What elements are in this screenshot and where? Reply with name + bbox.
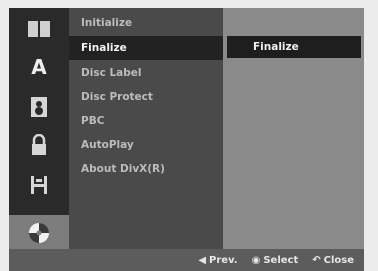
select-circle-icon: ◉ xyxy=(251,254,261,266)
menu-item-finalize[interactable]: Finalize xyxy=(69,36,223,60)
menu-item-about-divx[interactable]: About DivX(R) xyxy=(69,157,223,181)
footer-hint-bar: ◀ Prev. ◉ Select ↶ Close xyxy=(9,249,364,271)
lock-icon[interactable] xyxy=(19,132,59,158)
finalize-option-button[interactable]: Finalize xyxy=(227,36,361,58)
return-icon: ↶ xyxy=(312,254,321,266)
submenu-panel: Finalize xyxy=(223,8,364,249)
disc-setup-screen: A Initialize Finalize Disc Label Disc Pr… xyxy=(0,0,378,271)
close-hint[interactable]: ↶ Close xyxy=(312,255,354,266)
select-label: Select xyxy=(263,254,299,266)
menu-item-initialize[interactable]: Initialize xyxy=(69,11,223,35)
arrow-left-icon: ◀ xyxy=(198,254,207,266)
disc-icon[interactable] xyxy=(9,215,69,251)
audio-icon[interactable] xyxy=(19,94,59,120)
menu-item-disc-label[interactable]: Disc Label xyxy=(69,61,223,85)
language-icon[interactable]: A xyxy=(19,54,59,80)
disc-menu: Initialize Finalize Disc Label Disc Prot… xyxy=(69,8,223,249)
menu-item-pbc[interactable]: PBC xyxy=(69,109,223,133)
menu-item-autoplay[interactable]: AutoPlay xyxy=(69,133,223,157)
sidebar: A xyxy=(9,8,69,251)
prev-hint[interactable]: ◀ Prev. xyxy=(198,255,237,266)
menu-item-disc-protect[interactable]: Disc Protect xyxy=(69,85,223,109)
select-hint[interactable]: ◉ Select xyxy=(252,255,299,266)
disc-menu-icon[interactable] xyxy=(19,16,59,42)
recording-icon[interactable] xyxy=(19,172,59,198)
close-label: Close xyxy=(323,254,354,266)
prev-label: Prev. xyxy=(209,254,238,266)
